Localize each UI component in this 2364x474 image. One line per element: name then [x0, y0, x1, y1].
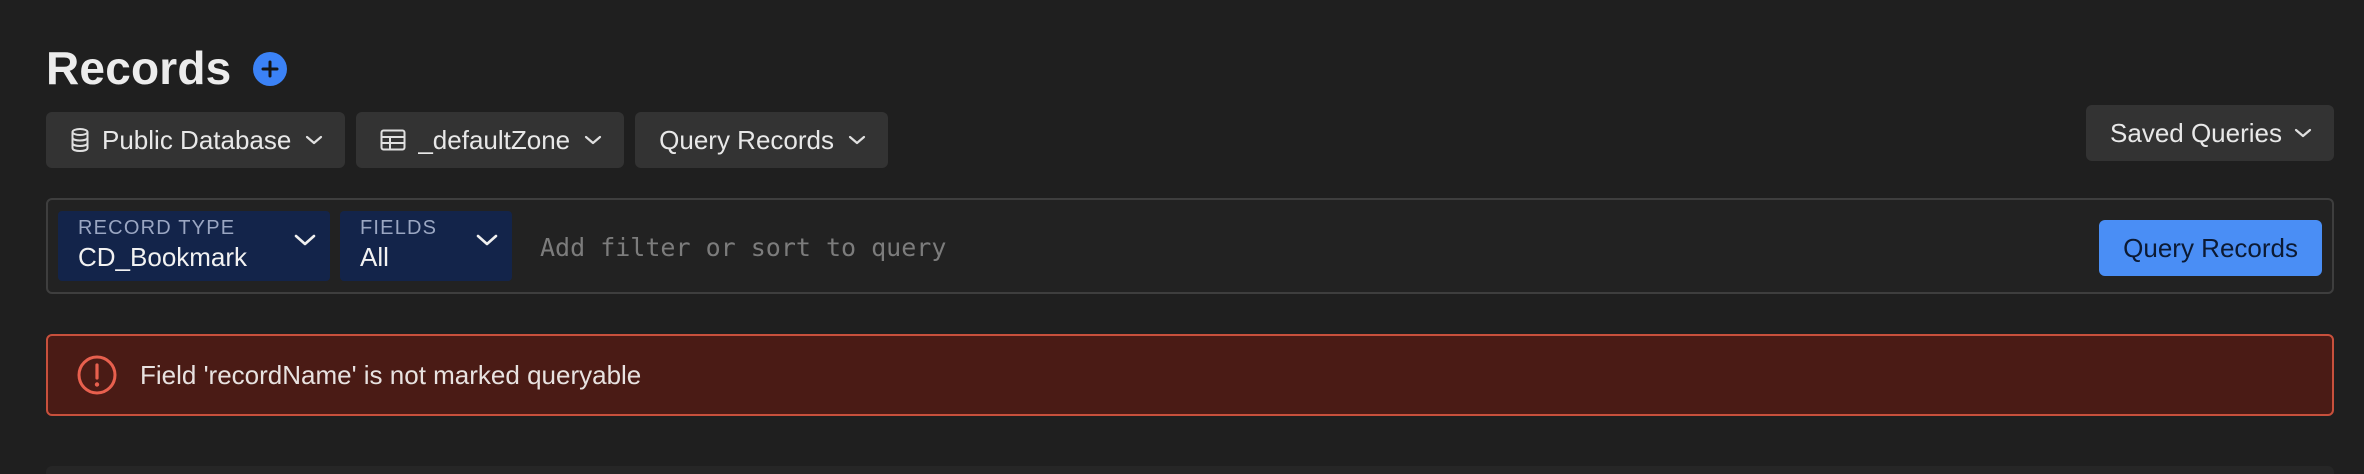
database-icon	[71, 128, 89, 153]
chevron-down-icon	[294, 234, 316, 246]
operation-selector[interactable]: Query Records	[635, 112, 888, 168]
zone-selector[interactable]: _defaultZone	[356, 112, 625, 168]
query-bar: RECORD TYPE CD_Bookmark FIELDS All Query…	[46, 198, 2334, 294]
chevron-down-icon	[2294, 128, 2312, 138]
records-page: Records Public Database _defaultZone Que…	[0, 0, 2364, 474]
database-selector[interactable]: Public Database	[46, 112, 346, 168]
filter-input[interactable]	[538, 220, 2042, 274]
fields-label: FIELDS	[360, 217, 438, 239]
alert-circle-icon	[77, 355, 117, 395]
record-type-label: RECORD TYPE	[78, 217, 236, 239]
operation-selector-label: Query Records	[659, 124, 834, 155]
saved-queries-label: Saved Queries	[2110, 117, 2282, 148]
zone-selector-label: _defaultZone	[418, 124, 571, 155]
table-icon	[380, 129, 406, 151]
page-title: Records	[46, 42, 232, 94]
results-panel-edge	[46, 466, 2334, 474]
saved-queries-button[interactable]: Saved Queries	[2086, 105, 2334, 161]
plus-circle-icon	[261, 60, 279, 78]
chevron-down-icon	[306, 135, 323, 145]
header: Records	[46, 38, 288, 98]
record-type-value: CD_Bookmark	[78, 242, 248, 272]
error-banner: Field 'recordName' is not marked queryab…	[46, 334, 2334, 416]
add-record-button[interactable]	[253, 52, 288, 86]
query-records-button[interactable]: Query Records	[2099, 220, 2322, 276]
chevron-down-icon	[585, 135, 602, 145]
chevron-down-icon	[848, 135, 866, 145]
fields-selector[interactable]: FIELDS All	[340, 211, 512, 281]
error-message: Field 'recordName' is not marked queryab…	[140, 359, 642, 390]
record-type-selector[interactable]: RECORD TYPE CD_Bookmark	[58, 211, 330, 281]
database-selector-label: Public Database	[102, 124, 292, 155]
selector-row: Public Database _defaultZone Query Recor…	[46, 112, 888, 168]
fields-value: All	[360, 242, 389, 272]
chevron-down-icon	[476, 234, 498, 246]
